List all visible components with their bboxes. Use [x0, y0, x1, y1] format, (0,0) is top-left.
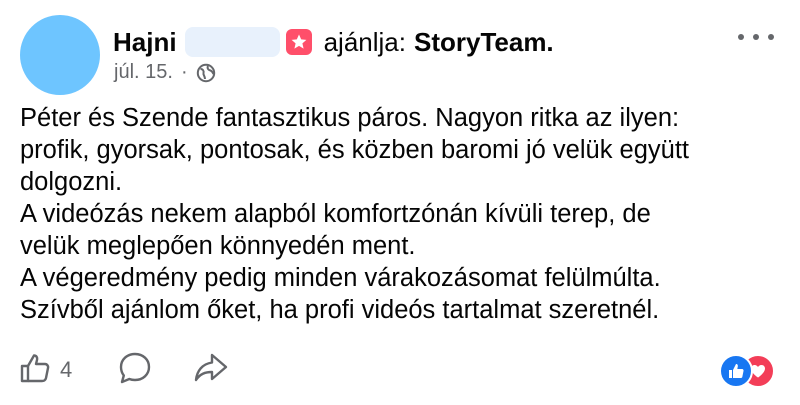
post-body-text: Péter és Szende fantasztikus páros. Nagy… — [20, 104, 690, 324]
comment-button[interactable] — [117, 350, 153, 391]
action-bar: 4 — [18, 348, 229, 392]
post-header: Hajni ajánlja: StoryTeam. — [113, 22, 554, 62]
author-name[interactable]: Hajni — [113, 27, 177, 58]
page-name-link[interactable]: StoryTeam. — [414, 27, 554, 58]
globe-icon[interactable] — [196, 63, 216, 83]
share-button[interactable] — [193, 350, 229, 391]
like-count: 4 — [60, 357, 73, 382]
share-icon — [193, 350, 229, 391]
post-date[interactable]: júl. 15. — [114, 61, 173, 84]
recommends-label: ajánlja: — [323, 26, 406, 57]
thumbs-up-icon — [18, 351, 52, 390]
comment-icon — [117, 350, 153, 391]
reaction-summary[interactable] — [719, 354, 779, 388]
post-meta: júl. 15. · — [114, 61, 216, 84]
meta-separator: · — [180, 61, 188, 83]
like-button[interactable]: 4 — [18, 351, 72, 390]
like-reaction-icon — [719, 354, 753, 388]
recommend-star-icon — [285, 29, 312, 55]
more-options-icon[interactable] — [738, 32, 774, 42]
redacted-name — [184, 27, 280, 57]
avatar[interactable] — [20, 15, 100, 95]
